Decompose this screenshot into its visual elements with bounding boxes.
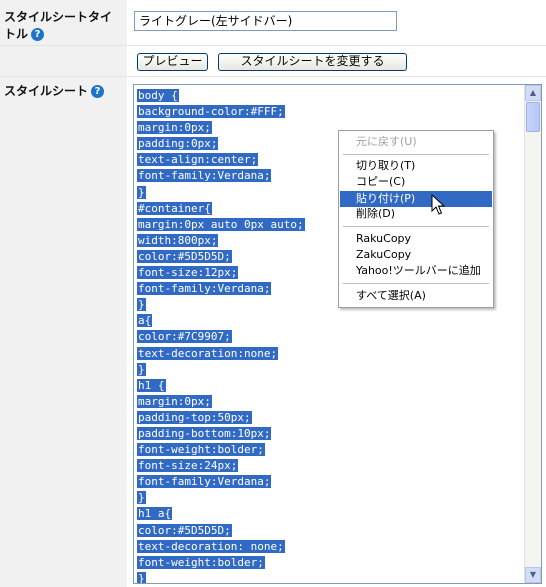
scroll-up-arrow-icon[interactable]: ▲ [525, 85, 541, 101]
code-line-text: font-family:Verdana; [137, 475, 272, 489]
code-line: } [137, 490, 305, 506]
code-line: body { [137, 88, 305, 104]
code-line-text: padding-bottom:10px; [137, 426, 272, 440]
stylesheet-label-text: スタイルシート [4, 84, 89, 98]
stylesheet-label-cell [0, 77, 127, 587]
code-line: font-family:Verdana; [137, 281, 305, 297]
code-line: margin:0px auto 0px auto; [137, 217, 305, 233]
code-line-text: font-family:Verdana; [137, 169, 272, 183]
menu-separator [343, 226, 489, 227]
code-line: text-decoration: none; [137, 539, 305, 555]
code-line: padding:0px; [137, 136, 305, 152]
menu-separator [343, 154, 489, 155]
menu-item-zakucopy[interactable]: ZakuCopy [340, 247, 492, 263]
row-divider [0, 45, 546, 46]
help-icon[interactable]: ? [91, 85, 105, 98]
code-line-text: body { [137, 89, 179, 102]
code-line-text: #container{ [137, 201, 212, 215]
row-divider [0, 76, 546, 77]
code-line-text: } [137, 298, 146, 312]
code-line-text: } [137, 571, 146, 584]
code-line: a{ [137, 313, 305, 329]
code-line-text: color:#7C9907; [137, 330, 232, 344]
change-stylesheet-button[interactable]: スタイルシートを変更する [218, 53, 407, 71]
menu-separator [343, 283, 489, 284]
vertical-scrollbar[interactable]: ▲ ▼ [524, 85, 541, 583]
code-line-text: text-decoration: none; [137, 539, 285, 553]
code-line: background-color:#FFF; [137, 104, 305, 120]
code-line: color:#5D5D5D; [137, 523, 305, 539]
code-line-text: background-color:#FFF; [137, 105, 285, 119]
code-line-text: margin:0px; [137, 394, 212, 408]
stylesheet-code: body { background-color:#FFF; margin:0px; p… [137, 88, 305, 584]
stylesheet-title-label: スタイルシートタイトル? [4, 9, 122, 43]
menu-item-delete[interactable]: 削除(D) [340, 206, 492, 222]
code-line-text: } [137, 362, 146, 376]
menu-item-select-all[interactable]: すべて選択(A) [340, 288, 492, 304]
code-line-text: font-family:Verdana; [137, 282, 272, 296]
code-line-text: font-weight:bolder; [137, 555, 265, 569]
code-line: margin:0px; [137, 394, 305, 410]
code-line: color:#5D5D5D; [137, 249, 305, 265]
code-line: font-family:Verdana; [137, 168, 305, 184]
code-line-text: font-weight:bolder; [137, 443, 265, 457]
code-line-text: padding:0px; [137, 137, 219, 151]
menu-item-paste[interactable]: 貼り付け(P) [340, 191, 492, 207]
code-line: margin:0px; [137, 120, 305, 136]
code-line: font-size:24px; [137, 458, 305, 474]
menu-item-copy[interactable]: コピー(C) [340, 174, 492, 190]
code-line: #container{ [137, 201, 305, 217]
stylesheet-title-input[interactable]: ライトグレー(左サイドバー) [134, 11, 397, 31]
scrollbar-thumb[interactable] [526, 102, 540, 132]
code-line-text: h1 a{ [137, 507, 173, 521]
code-line: color:#7C9907; [137, 329, 305, 345]
code-line: font-size:12px; [137, 265, 305, 281]
preview-button[interactable]: プレビュー [137, 53, 208, 71]
code-line-text: font-size:12px; [137, 266, 239, 280]
code-line: } [137, 571, 305, 584]
code-line: font-weight:bolder; [137, 442, 305, 458]
code-line-text: text-align:center; [137, 153, 259, 167]
code-line-text: padding-top:50px; [137, 410, 252, 424]
context-menu: 元に戻す(U) 切り取り(T) コピー(C) 貼り付け(P) 削除(D) Rak… [338, 130, 494, 308]
code-line-text: font-size:24px; [137, 459, 239, 473]
mouse-pointer-icon [431, 194, 445, 215]
menu-item-yahoo-toolbar[interactable]: Yahoo!ツールバーに追加 [340, 263, 492, 279]
code-line: h1 a{ [137, 506, 305, 522]
code-line-text: text-decoration:none; [137, 346, 279, 360]
code-line-text: } [137, 185, 146, 199]
code-line-text: margin:0px; [137, 121, 212, 135]
code-line-text: color:#5D5D5D; [137, 523, 232, 537]
code-line-text: a{ [137, 314, 153, 328]
buttons-label-cell [0, 46, 127, 76]
code-line: padding-bottom:10px; [137, 426, 305, 442]
code-line-text: } [137, 491, 146, 505]
code-line-text: color:#5D5D5D; [137, 249, 232, 263]
menu-item-rakucopy[interactable]: RakuCopy [340, 231, 492, 247]
code-line: text-decoration:none; [137, 346, 305, 362]
code-line: text-align:center; [137, 152, 305, 168]
code-line: h1 { [137, 378, 305, 394]
stylesheet-title-label-text: スタイルシートタイトル [4, 10, 113, 41]
code-line-text: h1 { [137, 378, 166, 392]
code-line: } [137, 185, 305, 201]
menu-item-cut[interactable]: 切り取り(T) [340, 158, 492, 174]
scroll-down-arrow-icon[interactable]: ▼ [525, 567, 541, 583]
code-line: } [137, 362, 305, 378]
code-line-text: width:800px; [137, 233, 219, 247]
code-line-text: margin:0px auto 0px auto; [137, 217, 305, 231]
code-line: font-weight:bolder; [137, 555, 305, 571]
code-line: } [137, 297, 305, 313]
code-line: padding-top:50px; [137, 410, 305, 426]
code-line: font-family:Verdana; [137, 474, 305, 490]
menu-item-undo[interactable]: 元に戻す(U) [340, 134, 492, 150]
help-icon[interactable]: ? [31, 28, 45, 41]
code-line: width:800px; [137, 233, 305, 249]
stylesheet-label: スタイルシート? [4, 83, 105, 100]
